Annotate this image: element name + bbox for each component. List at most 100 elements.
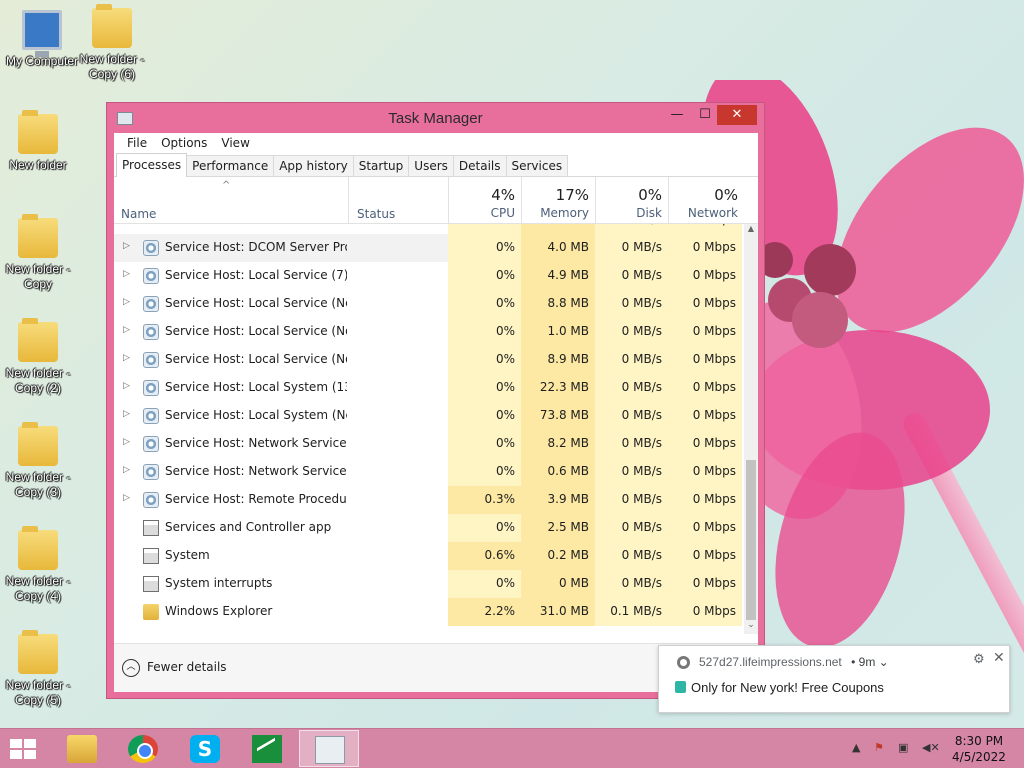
process-row[interactable]: ▷ Service Host: Local Service (No ... 0%8.…: [114, 346, 758, 374]
process-row[interactable]: ▷ Service Host: Local System (Net... 0%73.…: [114, 402, 758, 430]
expand-chevron-icon[interactable]: ▷: [123, 269, 130, 279]
column-header-disk[interactable]: 0% Disk: [595, 177, 668, 223]
action-center-flag-icon[interactable]: ⚑: [874, 741, 884, 754]
memory-label: Memory: [540, 206, 589, 220]
menu-file[interactable]: File: [120, 136, 154, 150]
process-row[interactable]: ▷ Service Host: DCOM Server Proc... 0%4.0 …: [114, 234, 758, 262]
process-row[interactable]: System interrupts 0% 0 MB 0 MB/s 0 Mbps: [114, 570, 758, 598]
desktop-icon-folder[interactable]: New folder - Copy (4): [0, 526, 80, 604]
fewer-details-button[interactable]: Fewer details: [147, 660, 227, 674]
notification-age: • 9m ⌄: [851, 655, 889, 669]
start-button[interactable]: [10, 739, 38, 761]
column-header-status-label: Status: [357, 207, 396, 221]
desktop-icon-folder[interactable]: New folder - Copy (6): [70, 4, 154, 82]
process-disk: 0 MB/s: [595, 346, 668, 374]
process-cpu: 0%: [448, 224, 521, 234]
cpu-label: CPU: [490, 206, 515, 220]
tab-performance[interactable]: Performance: [186, 155, 275, 176]
scroll-up-icon[interactable]: ▲: [744, 224, 758, 238]
taskbar-skype[interactable]: S: [175, 730, 235, 767]
column-header-name[interactable]: Name: [121, 207, 156, 223]
disk-total-percent: 0%: [638, 186, 662, 204]
desktop-icon-label: New folder - Copy (6): [79, 52, 145, 81]
gear-icon[interactable]: ⚙: [973, 651, 985, 667]
taskbar-chrome[interactable]: [113, 730, 173, 767]
expand-chevron-icon[interactable]: ▷: [123, 241, 130, 251]
process-row[interactable]: ▷ Service Host: Remote Procedure... 0.3%3.…: [114, 486, 758, 514]
skype-icon: S: [190, 735, 220, 763]
tab-app-history[interactable]: App history: [273, 155, 354, 176]
tab-services[interactable]: Services: [505, 155, 569, 176]
menu-view[interactable]: View: [214, 136, 256, 150]
taskbar: S ▲ ⚑ ▣ ◀✕ 8:30 PM 4/5/2022: [0, 728, 1024, 768]
desktop-icon-folder[interactable]: New folder: [0, 110, 80, 173]
tab-users[interactable]: Users: [408, 155, 454, 176]
process-disk: 0 MB/s: [595, 514, 668, 542]
desktop-icon-folder[interactable]: New folder - Copy (2): [0, 318, 80, 396]
desktop-icon-label: New folder: [9, 158, 67, 172]
process-row[interactable]: Windows Explorer 2.2% 31.0 MB 0.1 MB/s 0 Mbp…: [114, 598, 758, 626]
desktop-icon-folder[interactable]: New folder - Copy (5): [0, 630, 80, 708]
process-row[interactable]: ▷Local Security Authority Process...0%3.…: [114, 224, 758, 234]
task-manager-window[interactable]: Task Manager — ☐ ✕ File Options View Pro…: [106, 102, 765, 699]
taskbar-task-manager[interactable]: [299, 730, 359, 767]
process-network: 0 Mbps: [668, 402, 742, 430]
volume-muted-icon[interactable]: ◀✕: [922, 741, 940, 754]
vertical-scrollbar[interactable]: ▲ ⌄: [744, 224, 758, 634]
desktop-icon-folder[interactable]: New folder - Copy (3): [0, 422, 80, 500]
process-row[interactable]: ▷ Service Host: Local Service (7) 0% 4.9 MB…: [114, 262, 758, 290]
clock-date: 4/5/2022: [952, 750, 1006, 764]
column-header-network[interactable]: 0% Network: [668, 177, 744, 223]
system-clock[interactable]: 8:30 PM 4/5/2022: [946, 733, 1012, 765]
scroll-down-icon[interactable]: ⌄: [744, 620, 758, 634]
process-row[interactable]: System 0.6% 0.2 MB 0 MB/s 0 Mbps: [114, 542, 758, 570]
desktop-icon-folder[interactable]: New folder - Copy: [0, 214, 80, 292]
process-row[interactable]: ▷ Service Host: Network Service (... 0% 0.6…: [114, 458, 758, 486]
process-disk: 0 MB/s: [595, 234, 668, 262]
sort-ascending-icon: ^: [222, 180, 231, 191]
close-icon[interactable]: ✕: [993, 649, 1005, 666]
tab-processes[interactable]: Processes: [116, 153, 188, 177]
expand-chevron-icon[interactable]: ▷: [123, 381, 130, 391]
process-memory: 3.0 MB: [521, 224, 595, 234]
process-row[interactable]: ▷ Service Host: Local Service (Net... 0%8.…: [114, 290, 758, 318]
expand-chevron-icon[interactable]: ▷: [123, 493, 130, 503]
process-row[interactable]: Services and Controller app 0% 2.5 MB 0 MB/…: [114, 514, 758, 542]
network-icon[interactable]: ▣: [898, 741, 908, 754]
process-memory: 8.9 MB: [521, 346, 595, 374]
tab-startup[interactable]: Startup: [352, 155, 410, 176]
process-list[interactable]: ▷Local Security Authority Process...0%3.…: [114, 224, 758, 634]
expand-chevron-icon[interactable]: ▷: [123, 297, 130, 307]
taskbar-file-explorer[interactable]: [52, 730, 112, 767]
column-header-status[interactable]: Status: [348, 177, 448, 223]
process-memory: 2.5 MB: [521, 514, 595, 542]
notification-toast[interactable]: 527d27.lifeimpressions.net • 9m ⌄ ⚙ ✕ On…: [658, 645, 1010, 713]
expand-chevron-icon[interactable]: ▷: [123, 437, 130, 447]
expand-chevron-icon[interactable]: ▷: [123, 325, 130, 335]
process-row[interactable]: ▷ Service Host: Local System (13) 0% 22.3 M…: [114, 374, 758, 402]
tab-details[interactable]: Details: [452, 155, 507, 176]
expand-chevron-icon[interactable]: ▷: [123, 465, 130, 475]
process-network: 0 Mbps: [668, 542, 742, 570]
expand-chevron-icon[interactable]: ▷: [123, 409, 130, 419]
scroll-thumb[interactable]: [746, 460, 756, 620]
app-window-icon: [143, 548, 159, 564]
title-bar[interactable]: Task Manager — ☐ ✕: [107, 103, 764, 133]
process-network: 0 Mbps: [668, 374, 742, 402]
process-memory: 1.0 MB: [521, 318, 595, 346]
process-row[interactable]: ▷ Service Host: Local Service (No I... 0%1…: [114, 318, 758, 346]
column-header-cpu[interactable]: 4% CPU: [448, 177, 521, 223]
taskbar-stock-app[interactable]: [237, 730, 297, 767]
close-button[interactable]: ✕: [717, 105, 757, 125]
minimize-button[interactable]: —: [664, 105, 690, 125]
process-network: 0 Mbps: [668, 346, 742, 374]
expand-chevron-icon[interactable]: ▷: [123, 353, 130, 363]
chevron-up-icon[interactable]: ︿: [122, 659, 140, 677]
process-row[interactable]: ▷ Service Host: Network Service (4) 0%8.2 …: [114, 430, 758, 458]
maximize-button[interactable]: ☐: [692, 105, 718, 125]
process-network: 0 Mbps: [668, 290, 742, 318]
show-hidden-icons-chevron[interactable]: ▲: [852, 741, 860, 754]
menu-options[interactable]: Options: [154, 136, 214, 150]
process-cpu: 0%: [448, 234, 521, 262]
column-header-memory[interactable]: 17% Memory: [521, 177, 595, 223]
